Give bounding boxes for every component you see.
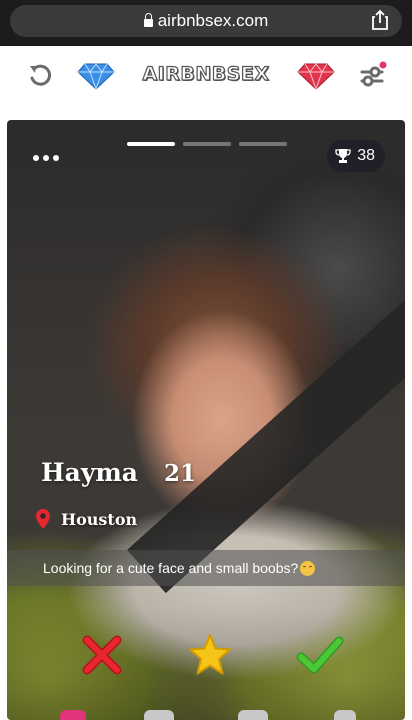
filter-settings-button[interactable] bbox=[354, 58, 390, 94]
nav-icon-profile[interactable] bbox=[334, 710, 356, 720]
address-bar[interactable]: airbnbsex.com bbox=[10, 5, 402, 37]
blushing-emoji-icon bbox=[300, 560, 316, 576]
photo-indicator-3[interactable] bbox=[239, 142, 287, 146]
location-pin-icon bbox=[36, 509, 50, 529]
more-options-button[interactable] bbox=[33, 148, 61, 168]
checkmark-icon bbox=[296, 636, 344, 674]
star-icon bbox=[189, 634, 231, 675]
lock-icon bbox=[143, 13, 153, 27]
profile-bio: Looking for a cute face and small boobs? bbox=[7, 550, 405, 586]
red-diamond-button[interactable] bbox=[296, 58, 336, 94]
super-like-button[interactable] bbox=[185, 630, 235, 680]
app-screen: airbnbsex.com AIRBNBSEX 38 Hayma 21 Hous… bbox=[0, 0, 412, 720]
trophy-badge[interactable]: 38 bbox=[327, 140, 385, 172]
url-display[interactable]: airbnbsex.com bbox=[10, 11, 402, 31]
profile-name-row: Hayma 21 bbox=[41, 458, 196, 487]
pass-button[interactable] bbox=[77, 630, 127, 680]
profile-age: 21 bbox=[164, 460, 197, 487]
red-diamond-icon bbox=[297, 63, 335, 90]
photo-indicator-1[interactable] bbox=[127, 142, 175, 146]
profile-city: Houston bbox=[61, 509, 138, 529]
photo-progress-indicator bbox=[127, 142, 287, 146]
profile-location: Houston bbox=[35, 508, 137, 530]
more-dot bbox=[43, 155, 49, 161]
trophy-count: 38 bbox=[357, 147, 375, 164]
nav-icon-home[interactable] bbox=[60, 710, 86, 720]
trophy-icon bbox=[335, 149, 351, 163]
url-text: airbnbsex.com bbox=[157, 11, 269, 30]
filter-settings-icon bbox=[360, 61, 387, 87]
app-logo: AIRBNBSEX bbox=[142, 62, 270, 85]
app-header: AIRBNBSEX bbox=[0, 46, 412, 106]
like-button[interactable] bbox=[295, 630, 345, 680]
more-dot bbox=[33, 155, 39, 161]
profile-name: Hayma bbox=[41, 458, 138, 487]
nav-icon-matches[interactable] bbox=[144, 710, 174, 720]
more-dot bbox=[53, 155, 59, 161]
browser-toolbar: airbnbsex.com bbox=[0, 0, 412, 46]
profile-bio-text: Looking for a cute face and small boobs? bbox=[43, 560, 299, 576]
photo-indicator-2[interactable] bbox=[183, 142, 231, 146]
profile-card[interactable]: 38 Hayma 21 Houston Looking for a cute f… bbox=[7, 120, 405, 720]
close-x-icon bbox=[82, 635, 122, 675]
share-icon[interactable] bbox=[368, 8, 392, 32]
nav-icon-chat[interactable] bbox=[238, 710, 268, 720]
